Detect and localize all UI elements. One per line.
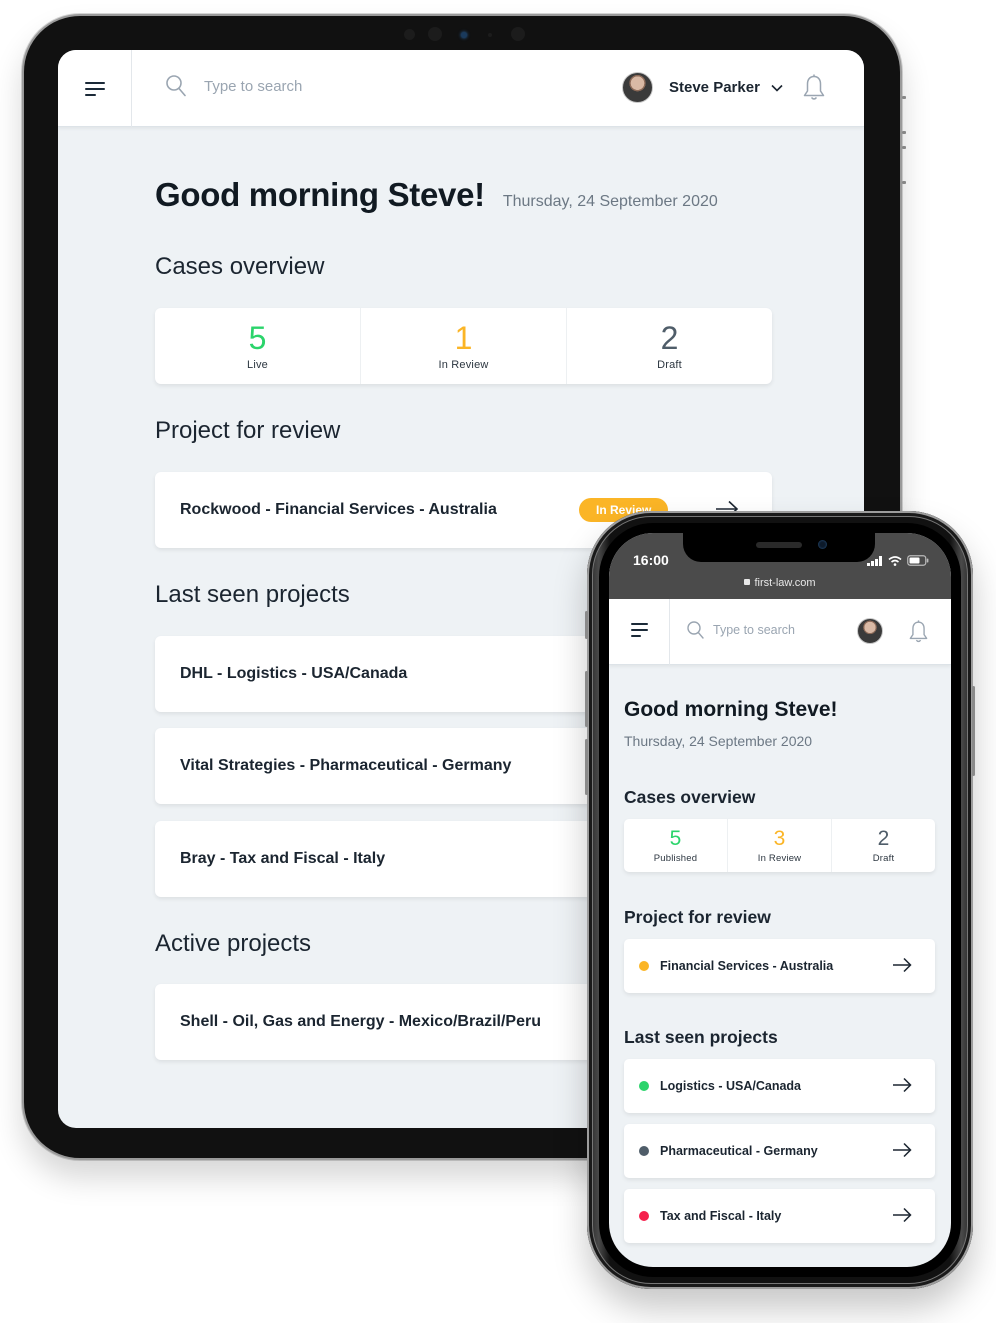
stat-value: 1 xyxy=(454,320,473,356)
top-bar: Steve Parker xyxy=(58,50,864,127)
top-bar xyxy=(609,599,951,665)
stat-label: Live xyxy=(247,359,268,371)
status-dot-icon xyxy=(639,1146,649,1156)
page-title: Good morning Steve! xyxy=(155,176,485,213)
project-review-title: Project for review xyxy=(624,907,771,927)
project-name: Shell - Oil, Gas and Energy - Mexico/Bra… xyxy=(180,1013,541,1030)
current-date: Thursday, 24 September 2020 xyxy=(502,193,718,210)
arrow-right-icon xyxy=(893,1207,912,1223)
phone-side-button xyxy=(972,686,975,776)
bell-icon[interactable] xyxy=(909,620,928,644)
stat-value: 5 xyxy=(669,826,682,850)
phone-side-button xyxy=(585,611,588,639)
search-box xyxy=(166,75,424,97)
stat-draft[interactable]: 2 Draft xyxy=(832,819,935,872)
status-dot-icon xyxy=(639,961,649,971)
page-title: Good morning Steve! xyxy=(624,698,838,721)
project-name: Tax and Fiscal - Italy xyxy=(660,1209,782,1223)
camera-lens-icon xyxy=(461,32,467,38)
stat-value: 2 xyxy=(877,826,890,850)
avatar xyxy=(622,72,653,103)
stat-label: In Review xyxy=(757,852,802,864)
cases-overview-title: Cases overview xyxy=(624,787,756,807)
phone-screen: 16:00 first-law.com Type to search Good … xyxy=(609,533,951,1267)
stat-in-review[interactable]: 1 In Review xyxy=(361,308,567,384)
active-projects-title: Active projects xyxy=(155,930,312,957)
phone-device: 16:00 first-law.com Type to search Good … xyxy=(585,511,975,1289)
phone-side-button xyxy=(585,739,588,795)
speaker-icon xyxy=(756,542,802,548)
sensor-icon xyxy=(488,33,492,37)
front-camera-icon xyxy=(818,540,827,549)
status-dot-icon xyxy=(639,1081,649,1091)
project-card[interactable]: Financial Services - Australia xyxy=(624,939,935,993)
tablet-side-buttons xyxy=(902,96,906,196)
stat-value: 3 xyxy=(773,826,786,850)
stat-label: In Review xyxy=(438,359,489,371)
project-card[interactable]: Pharmaceutical - Germany xyxy=(624,1124,935,1178)
phone-notch xyxy=(683,533,875,562)
search-icon xyxy=(166,75,186,97)
user-menu[interactable]: Steve Parker xyxy=(622,72,783,103)
project-name: Bray - Tax and Fiscal - Italy xyxy=(180,850,386,867)
project-card[interactable]: Tax and Fiscal - Italy xyxy=(624,1189,935,1243)
stat-label: Published xyxy=(653,852,698,864)
signal-icon xyxy=(867,555,882,566)
cases-overview-title: Cases overview xyxy=(155,253,325,280)
project-name: Financial Services - Australia xyxy=(660,959,834,973)
wifi-icon xyxy=(888,555,902,566)
project-name: Pharmaceutical - Germany xyxy=(660,1144,818,1158)
status-icons xyxy=(867,555,929,566)
project-card[interactable]: Logistics - USA/Canada xyxy=(624,1059,935,1113)
stat-value: 2 xyxy=(660,320,679,356)
stat-published[interactable]: 5 Published xyxy=(624,819,728,872)
cases-overview-card: 5 Live 1 In Review 2 Draft xyxy=(155,308,772,384)
hamburger-icon xyxy=(630,623,648,641)
status-bar: 16:00 first-law.com xyxy=(609,533,951,599)
last-seen-title: Last seen projects xyxy=(155,581,350,608)
last-seen-title: Last seen projects xyxy=(624,1027,778,1047)
battery-icon xyxy=(907,555,929,566)
status-time: 16:00 xyxy=(633,552,669,568)
project-name: Logistics - USA/Canada xyxy=(660,1079,801,1093)
lock-icon xyxy=(744,579,751,585)
chevron-down-icon xyxy=(771,84,783,92)
stat-draft[interactable]: 2 Draft xyxy=(567,308,772,384)
stat-in-review[interactable]: 3 In Review xyxy=(728,819,832,872)
project-review-title: Project for review xyxy=(155,417,341,444)
search-icon xyxy=(687,621,704,639)
url-text: first-law.com xyxy=(754,577,816,589)
stat-label: Draft xyxy=(657,359,682,371)
search-input[interactable] xyxy=(204,77,424,95)
sensor-icon xyxy=(511,27,525,41)
search-input[interactable] xyxy=(713,623,823,637)
search-box xyxy=(687,621,823,639)
user-name: Steve Parker xyxy=(669,79,760,96)
menu-button[interactable] xyxy=(58,50,132,127)
sensor-icon xyxy=(404,29,415,40)
arrow-right-icon xyxy=(893,957,912,973)
arrow-right-icon xyxy=(893,1142,912,1158)
project-name: Vital Strategies - Pharmaceutical - Germ… xyxy=(180,757,512,774)
sensor-icon xyxy=(428,27,442,41)
stat-value: 5 xyxy=(248,320,267,356)
phone-bezel: 16:00 first-law.com Type to search Good … xyxy=(599,523,961,1277)
phone-side-button xyxy=(585,671,588,727)
hamburger-icon xyxy=(84,81,105,96)
project-name: Rockwood - Financial Services - Australi… xyxy=(180,501,497,518)
stat-live[interactable]: 5 Live xyxy=(155,308,361,384)
current-date: Thursday, 24 September 2020 xyxy=(624,733,813,749)
project-name: DHL - Logistics - USA/Canada xyxy=(180,665,408,682)
cases-overview-card: 5 Published 3 In Review 2 Draft xyxy=(624,819,935,872)
stat-label: Draft xyxy=(872,852,895,864)
address-bar[interactable]: first-law.com xyxy=(609,577,951,589)
avatar[interactable] xyxy=(857,618,883,644)
status-dot-icon xyxy=(639,1211,649,1221)
tablet-camera-bar xyxy=(404,26,544,42)
greeting-row: Good morning Steve! Thursday, 24 Septemb… xyxy=(155,176,718,214)
menu-button[interactable] xyxy=(609,599,670,665)
arrow-right-icon xyxy=(893,1077,912,1093)
bell-icon[interactable] xyxy=(803,74,825,102)
